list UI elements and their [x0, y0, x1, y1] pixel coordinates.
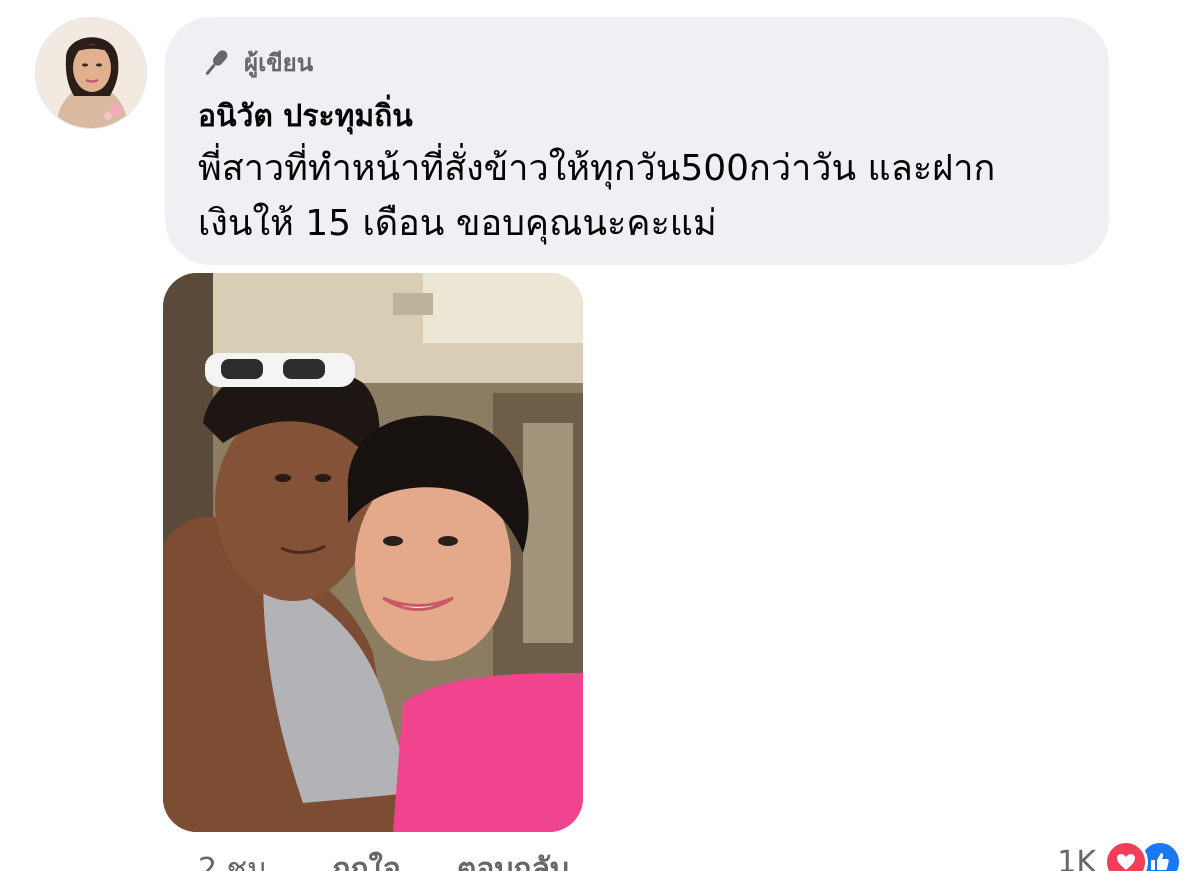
comment-timestamp[interactable]: 2 ชม.	[198, 846, 276, 871]
microphone-icon	[205, 49, 228, 75]
comment-photo[interactable]	[163, 273, 583, 832]
commenter-name[interactable]: อนิวัต ประทุมถิ่น	[198, 93, 413, 140]
comment-text-line: เงินให้ 15 เดือน ขอบคุณนะคะแม่	[198, 203, 717, 244]
comment-actions: 2 ชม. ถูกใจ ตอบกลับ	[198, 846, 569, 871]
reaction-summary[interactable]: 1K	[1057, 840, 1182, 871]
comment-text-line: พี่สาวที่ทำหน้าที่สั่งข้าวให้ทุกวัน500กว…	[198, 148, 996, 189]
reaction-count: 1K	[1057, 844, 1096, 871]
love-button[interactable]: ถูกใจ	[332, 846, 401, 871]
photo-image	[163, 273, 583, 832]
avatar-image	[36, 18, 146, 128]
comment-thread: ผู้เขียน อนิวัต ประทุมถิ่น พี่สาวที่ทำหน…	[0, 0, 1200, 871]
reply-button[interactable]: ตอบกลับ	[457, 846, 569, 871]
avatar[interactable]	[35, 17, 147, 129]
author-badge: ผู้เขียน	[198, 43, 313, 82]
comment-bubble: ผู้เขียน อนิวัต ประทุมถิ่น พี่สาวที่ทำหน…	[165, 17, 1109, 265]
comment-text: พี่สาวที่ทำหน้าที่สั่งข้าวให้ทุกวัน500กว…	[198, 141, 1088, 251]
love-reaction-icon	[1104, 840, 1148, 871]
author-badge-label: ผู้เขียน	[244, 49, 314, 77]
